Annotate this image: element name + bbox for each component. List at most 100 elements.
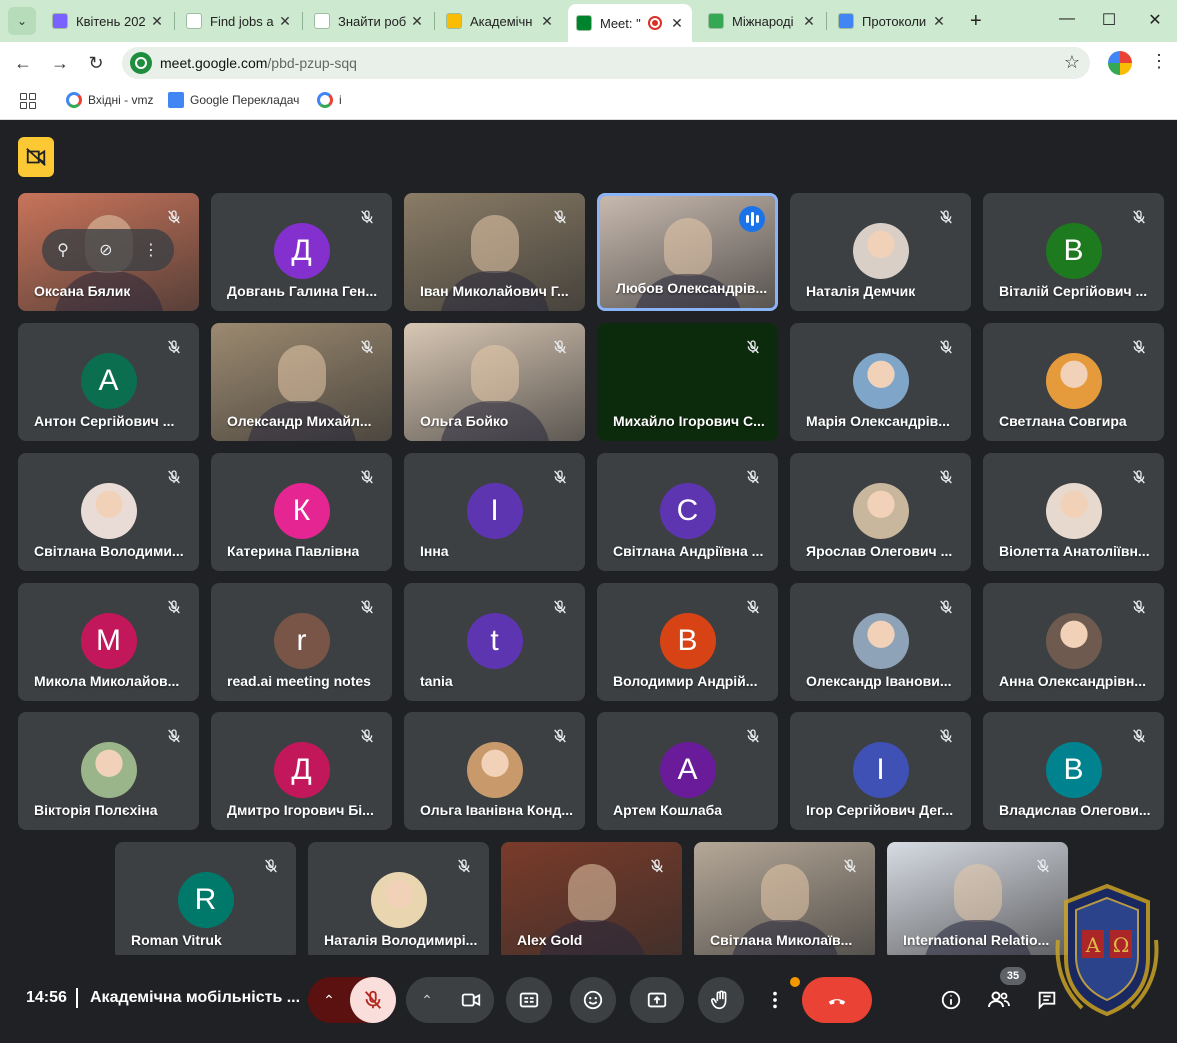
participant-tile[interactable]: Марія Олександрів... <box>790 323 971 441</box>
browser-tab[interactable]: Міжнароді ✕ <box>700 6 824 36</box>
participant-tile[interactable]: А Антон Сергійович ... <box>18 323 199 441</box>
avatar: Д <box>273 742 330 798</box>
participant-tile[interactable]: R Roman Vitruk <box>115 842 296 960</box>
bookmark-inbox[interactable]: Вхідні - vmz <box>66 92 154 108</box>
pin-icon[interactable]: ⚲ <box>57 240 69 260</box>
participant-tile[interactable]: Вікторія Полєхіна <box>18 712 199 830</box>
participant-tile[interactable]: ⚲ ⊘ ⋮ Оксана Бялик <box>18 193 199 311</box>
participant-tile[interactable]: Д Дмитро Ігорович Бі... <box>211 712 392 830</box>
participant-tile[interactable]: Светлана Совгира <box>983 323 1164 441</box>
present-button[interactable] <box>630 977 684 1023</box>
participant-tile[interactable]: t tania <box>404 583 585 701</box>
close-tab-icon[interactable]: ✕ <box>800 13 818 30</box>
reactions-button[interactable] <box>570 977 616 1023</box>
browser-menu-icon[interactable]: ⋮ <box>1150 51 1168 72</box>
raise-hand-button[interactable] <box>698 977 744 1023</box>
participant-tile[interactable]: Олександр Іванови... <box>790 583 971 701</box>
participant-name: Дмитро Ігорович Бі... <box>227 802 374 818</box>
participant-tile[interactable]: С Світлана Андріївна ... <box>597 453 778 571</box>
participant-figure <box>567 864 616 922</box>
avatar: К <box>273 483 330 539</box>
new-tab-button[interactable]: + <box>962 6 990 36</box>
participant-tile[interactable]: Михайло Ігорович С... <box>597 323 778 441</box>
participant-tile[interactable]: Олександр Михайл... <box>211 323 392 441</box>
participant-tile[interactable]: Alex Gold <box>501 842 682 960</box>
end-call-button[interactable] <box>802 977 872 1023</box>
mic-off-icon <box>356 725 378 747</box>
participant-tile[interactable]: Ольга Іванівна Конд... <box>404 712 585 830</box>
participant-tile[interactable]: В Віталій Сергійович ... <box>983 193 1164 311</box>
participant-tile[interactable]: І Ігор Сергійович Дег... <box>790 712 971 830</box>
participant-tile[interactable]: В Володимир Андрій... <box>597 583 778 701</box>
mic-toggle-button[interactable] <box>350 977 396 1023</box>
participant-tile[interactable]: І Інна <box>404 453 585 571</box>
tab-search-button[interactable]: ⌄ <box>8 7 36 35</box>
participant-tile[interactable]: Віолетта Анатоліївн... <box>983 453 1164 571</box>
bookmark-star-icon[interactable]: ☆ <box>1064 52 1080 73</box>
participant-tile[interactable]: Світлана Володими... <box>18 453 199 571</box>
participant-tile[interactable]: Ярослав Олегович ... <box>790 453 971 571</box>
maximize-button[interactable]: ☐ <box>1094 10 1124 30</box>
bookmarks-bar: Вхідні - vmz Google Перекладач і <box>0 84 1177 120</box>
close-tab-icon[interactable]: ✕ <box>668 15 686 32</box>
browser-tab[interactable]: Протоколи ✕ <box>830 6 954 36</box>
participant-tile[interactable]: Наталія Володимирі... <box>308 842 489 960</box>
captions-button[interactable] <box>506 977 552 1023</box>
forward-button[interactable]: → <box>47 50 73 76</box>
participant-tile[interactable]: А Артем Кошлаба <box>597 712 778 830</box>
mic-off-icon <box>646 855 668 877</box>
camera-toggle-button[interactable] <box>448 977 494 1023</box>
apps-grid-icon[interactable] <box>20 93 36 109</box>
microphone-control: ⌃ <box>308 977 396 1023</box>
participant-tile[interactable]: Ольга Бойко <box>404 323 585 441</box>
close-tab-icon[interactable]: ✕ <box>276 13 294 30</box>
browser-tab[interactable]: Find jobs a ✕ <box>178 6 300 36</box>
browser-tab[interactable]: Meet: " ✕ <box>568 4 692 42</box>
google-icon <box>317 92 333 108</box>
address-bar[interactable]: meet.google.com/pbd-pzup-sqq ☆ <box>122 47 1090 79</box>
participant-name: Довгань Галина Ген... <box>227 283 378 299</box>
participant-tile[interactable]: Д Довгань Галина Ген... <box>211 193 392 311</box>
participant-tile[interactable]: r read.ai meeting notes <box>211 583 392 701</box>
browser-tab[interactable]: Знайти роб ✕ <box>306 6 432 36</box>
participant-tile[interactable]: Іван Миколайович Г... <box>404 193 585 311</box>
browser-tab[interactable]: Академічн ✕ <box>438 6 562 36</box>
profile-avatar[interactable] <box>1108 51 1132 75</box>
more-options-button[interactable] <box>762 977 788 1023</box>
site-info-icon[interactable] <box>130 52 152 74</box>
tab-title: Квітень 202 <box>76 13 146 29</box>
minimize-button[interactable]: — <box>1052 10 1082 28</box>
close-tab-icon[interactable]: ✕ <box>930 13 948 30</box>
participant-name: Михайло Ігорович С... <box>613 413 765 429</box>
more-vert-icon[interactable]: ⋮ <box>143 240 159 260</box>
camera-options-chevron-icon[interactable]: ⌃ <box>406 992 448 1009</box>
participant-tile[interactable]: Любов Олександрів... <box>597 193 778 311</box>
divider <box>76 988 78 1008</box>
participant-tile[interactable]: В Владислав Олегови... <box>983 712 1164 830</box>
participant-name: Олександр Михайл... <box>227 413 372 429</box>
participant-tile[interactable]: М Микола Миколайов... <box>18 583 199 701</box>
participant-tile[interactable]: Світлана Миколаїв... <box>694 842 875 960</box>
close-tab-icon[interactable]: ✕ <box>538 13 556 30</box>
bookmark-translate[interactable]: Google Перекладач <box>168 92 299 108</box>
back-button[interactable]: ← <box>10 50 36 76</box>
participant-count-badge: 35 <box>1000 967 1026 985</box>
participant-tile[interactable]: Анна Олександрівн... <box>983 583 1164 701</box>
browser-tab[interactable]: Квітень 202 ✕ <box>44 6 172 36</box>
mute-participant-icon[interactable]: ⊘ <box>99 240 112 260</box>
mic-off-icon <box>356 336 378 358</box>
participant-name: read.ai meeting notes <box>227 673 371 689</box>
participant-tile[interactable]: К Катерина Павлівна <box>211 453 392 571</box>
participant-tile[interactable]: International Relatio... <box>887 842 1068 960</box>
bookmark-google[interactable]: і <box>317 92 342 108</box>
reload-button[interactable]: ↻ <box>83 50 109 76</box>
participant-tile[interactable]: Наталія Демчик <box>790 193 971 311</box>
recording-off-badge[interactable] <box>18 137 54 177</box>
meeting-info-button[interactable] <box>938 987 964 1013</box>
close-tab-icon[interactable]: ✕ <box>148 13 166 30</box>
mic-options-chevron-icon[interactable]: ⌃ <box>308 992 350 1009</box>
mic-off-icon <box>453 855 475 877</box>
close-tab-icon[interactable]: ✕ <box>408 13 426 30</box>
people-button[interactable] <box>986 987 1012 1013</box>
close-window-button[interactable]: ✕ <box>1140 10 1170 30</box>
